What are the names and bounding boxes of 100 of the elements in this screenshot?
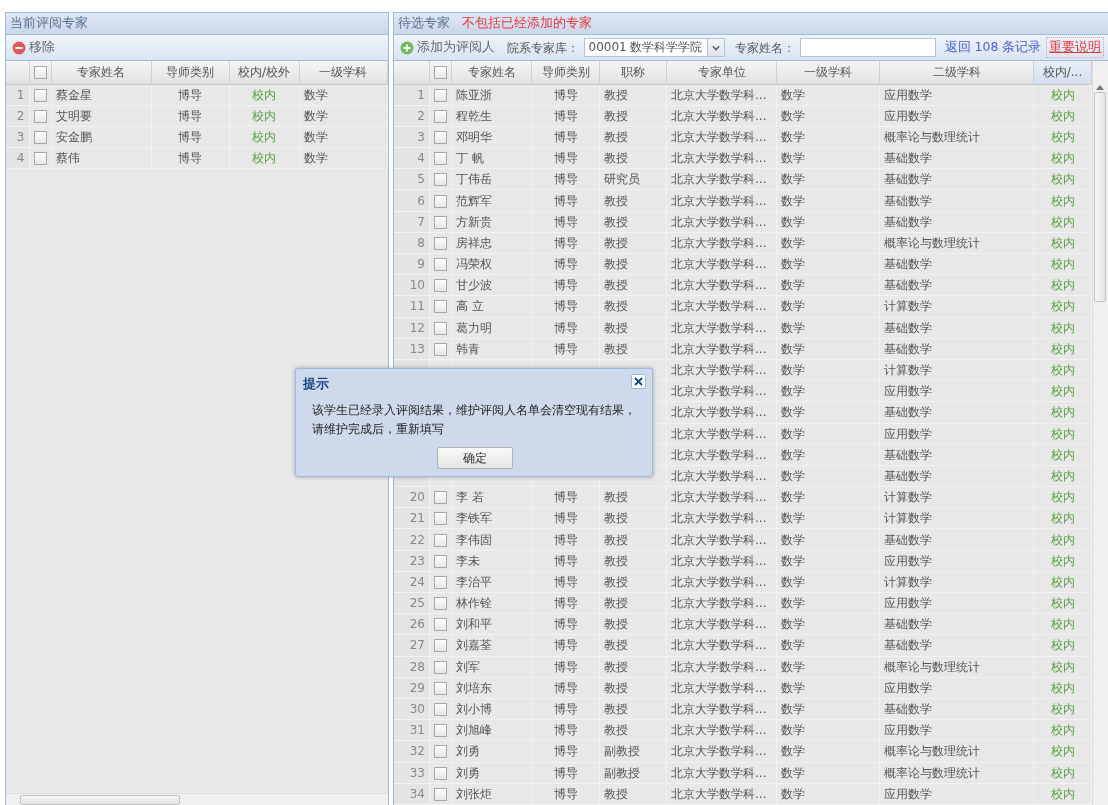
table-cell: 北京大学数学科... — [666, 550, 777, 572]
table-cell: 数学 — [776, 613, 880, 635]
table-cell: 校内 — [1033, 486, 1092, 508]
checkbox[interactable] — [33, 130, 47, 144]
table-cell: 教授 — [599, 317, 667, 339]
name-search-field[interactable] — [799, 38, 936, 57]
vertical-scrollbar[interactable] — [1092, 61, 1108, 805]
table-cell: 概率论与数理统计 — [879, 126, 1034, 148]
checkbox[interactable] — [434, 130, 447, 144]
checkbox[interactable] — [434, 321, 447, 335]
library-dropdown[interactable]: 00001 数学科学学院 — [583, 38, 725, 57]
checkbox[interactable] — [434, 787, 447, 801]
checkbox[interactable] — [434, 215, 447, 229]
checkbox[interactable] — [434, 173, 447, 187]
table-cell: 教授 — [599, 507, 667, 529]
column-header[interactable]: 校内/... — [1033, 61, 1092, 84]
add-reviewer-button[interactable]: 添加为评阅人 — [397, 38, 497, 57]
table-cell: 北京大学数学科... — [666, 486, 777, 508]
checkbox[interactable] — [434, 88, 447, 102]
table-cell: 基础数学 — [879, 613, 1034, 635]
remove-button[interactable]: 移除 — [10, 38, 57, 57]
checkbox[interactable] — [434, 66, 447, 80]
table-cell: 博导 — [531, 486, 600, 508]
table-cell: 校内 — [1033, 656, 1092, 678]
checkbox[interactable] — [434, 597, 447, 611]
checkbox[interactable] — [434, 152, 447, 166]
column-header[interactable]: 导师类别 — [151, 61, 229, 84]
column-header[interactable]: 二级学科 — [879, 61, 1034, 84]
scrollbar-thumb[interactable] — [20, 794, 180, 805]
checkbox[interactable] — [434, 194, 447, 208]
table-cell: 数学 — [299, 147, 387, 168]
table-cell: 数学 — [776, 126, 880, 148]
horizontal-scrollbar[interactable] — [6, 793, 388, 805]
checkbox[interactable] — [434, 533, 447, 547]
table-cell: 基础数学 — [879, 189, 1034, 212]
close-button[interactable] — [631, 374, 646, 389]
column-header[interactable]: 职称 — [599, 61, 667, 84]
column-header[interactable]: 专家姓名 — [51, 61, 151, 84]
checkbox[interactable] — [33, 151, 47, 165]
checkbox[interactable] — [434, 745, 447, 759]
checkbox[interactable] — [434, 554, 447, 568]
checkbox[interactable] — [434, 236, 447, 250]
table-cell: 北京大学数学科... — [666, 232, 777, 254]
table-cell: 丁伟岳 — [451, 168, 532, 190]
checkbox[interactable] — [434, 300, 447, 314]
up-arrow-icon[interactable] — [1096, 85, 1105, 90]
checkbox[interactable] — [434, 258, 447, 272]
table-cell: 北京大学数学科... — [666, 740, 777, 762]
checkbox[interactable] — [434, 342, 447, 356]
table-cell: 数学 — [776, 168, 880, 190]
checkbox[interactable] — [434, 703, 447, 717]
column-header[interactable]: 专家姓名 — [451, 61, 532, 84]
checkbox[interactable] — [434, 279, 447, 293]
checkbox[interactable] — [434, 109, 447, 123]
checkbox[interactable] — [434, 639, 447, 653]
checkbox[interactable] — [434, 575, 447, 589]
table-cell: 数学 — [776, 783, 880, 805]
table-cell: 博导 — [531, 719, 600, 741]
table-cell: 数学 — [299, 105, 387, 126]
column-header[interactable]: 校内/校外 — [229, 61, 299, 84]
table-cell: 北京大学数学科... — [666, 211, 777, 233]
checkbox[interactable] — [33, 66, 47, 80]
checkbox[interactable] — [434, 724, 447, 738]
table-cell: 数学 — [776, 359, 880, 381]
column-header[interactable]: 一级学科 — [299, 61, 387, 84]
checkbox[interactable] — [434, 660, 447, 674]
table-cell: 刘勇 — [451, 740, 532, 762]
row-number: 27 — [393, 634, 430, 657]
table-cell: 数学 — [776, 295, 880, 318]
table-cell: 数学 — [776, 274, 880, 296]
row-number: 3 — [6, 126, 29, 147]
table-cell: 教授 — [599, 677, 667, 699]
column-header[interactable]: 一级学科 — [776, 61, 880, 84]
checkbox[interactable] — [434, 681, 447, 695]
table-cell: 数学 — [776, 740, 880, 762]
column-header[interactable]: 导师类别 — [531, 61, 600, 84]
checkbox[interactable] — [33, 88, 47, 102]
table-cell: 博导 — [531, 571, 600, 593]
table-cell: 北京大学数学科... — [666, 253, 777, 275]
row-number: 1 — [6, 84, 29, 105]
ok-button[interactable]: 确定 — [437, 447, 513, 469]
table-cell: 博导 — [531, 698, 600, 720]
row-number: 32 — [393, 740, 430, 762]
checkbox[interactable] — [434, 766, 447, 780]
scrollbar-thumb[interactable] — [1094, 92, 1107, 302]
table-cell: 韩青 — [451, 338, 532, 360]
checkbox[interactable] — [33, 109, 47, 123]
checkbox[interactable] — [434, 512, 447, 526]
table-cell: 教授 — [599, 253, 667, 275]
row-number: 2 — [6, 105, 29, 126]
checkbox[interactable] — [434, 491, 447, 505]
table-cell: 校内 — [1033, 613, 1092, 635]
row-number: 13 — [393, 338, 430, 360]
checkbox[interactable] — [434, 618, 447, 632]
table-cell: 计算数学 — [879, 571, 1034, 593]
table-cell: 校内 — [1033, 571, 1092, 593]
row-number: 28 — [393, 656, 430, 678]
help-link[interactable]: 重要说明 — [1046, 37, 1105, 58]
table-cell: 博导 — [531, 126, 600, 148]
column-header[interactable]: 专家单位 — [666, 61, 777, 84]
